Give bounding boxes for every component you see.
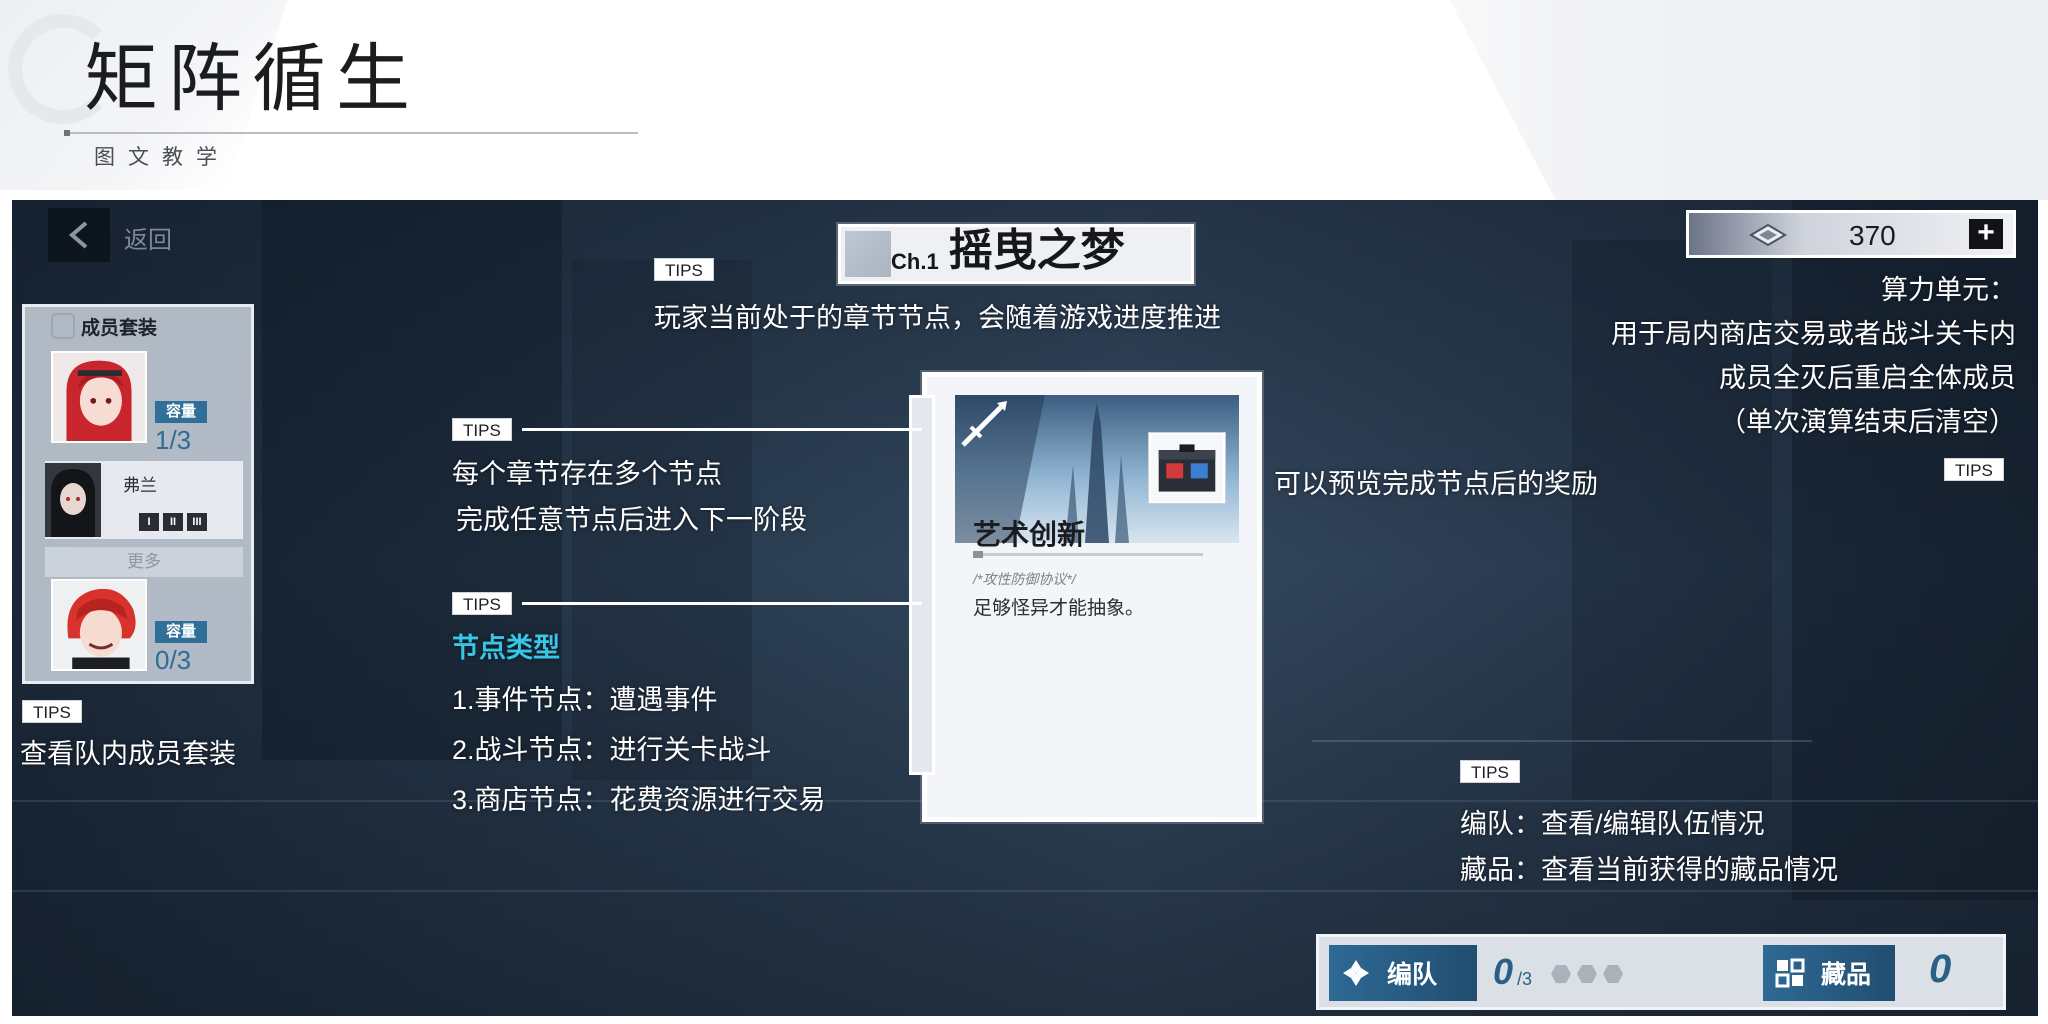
set-mark-box: I bbox=[139, 513, 159, 531]
tip-collection-info: 藏品：查看当前获得的藏品情况 bbox=[1460, 855, 1838, 885]
chapter-banner-accent bbox=[845, 231, 891, 277]
member-set-panel[interactable]: 成员套装 容量 1/3 弗兰 I II III 更多 容量 0/3 bbox=[22, 304, 254, 684]
background-line bbox=[12, 890, 2038, 892]
chevron-left-icon bbox=[68, 221, 88, 249]
tip-node-type-2: 2.战斗节点：进行关卡战斗 bbox=[452, 735, 772, 765]
tip-team-info: 编队：查看/编辑队伍情况 bbox=[1460, 809, 1765, 839]
title-divider-dot bbox=[64, 130, 70, 136]
set-mark-box: II bbox=[163, 513, 183, 531]
reward-chest-icon bbox=[1158, 444, 1216, 492]
tip-compute-line2: 用于局内商店交易或者战斗关卡内 bbox=[1611, 319, 2016, 349]
chapter-banner: Ch.1 摇曳之梦 bbox=[838, 224, 1194, 284]
tip-node-type-3: 3.商店节点：花费资源进行交易 bbox=[452, 785, 826, 815]
member-set-title: 成员套装 bbox=[81, 318, 158, 339]
tips-tag: TIPS bbox=[1460, 760, 1520, 783]
tips-tag: TIPS bbox=[1944, 458, 2004, 481]
node-card-back-sheet bbox=[909, 395, 935, 775]
team-max: /3 bbox=[1517, 969, 1533, 989]
member-name: 弗兰 bbox=[123, 476, 157, 495]
tips-tag: TIPS bbox=[654, 258, 714, 281]
node-card[interactable]: 艺术创新 /*攻性防御协议*/ 足够怪异才能抽象。 bbox=[909, 372, 1262, 822]
collection-button[interactable]: 藏品 bbox=[1763, 945, 1895, 1001]
tips-tag: TIPS bbox=[452, 592, 512, 615]
page-header: 矩阵循生 图文教学 bbox=[0, 0, 2048, 200]
capacity-label: 容量 bbox=[155, 401, 207, 423]
team-button[interactable]: 编队 bbox=[1329, 945, 1477, 1001]
tips-tag: TIPS bbox=[22, 700, 82, 723]
tip-compute-line3: 成员全灭后重启全体成员 bbox=[1719, 363, 2016, 393]
tips-tag: TIPS bbox=[452, 418, 512, 441]
chapter-number: Ch.1 bbox=[891, 249, 939, 274]
tip-chapter: 玩家当前处于的章节节点，会随着游戏进度推进 bbox=[654, 303, 1221, 333]
node-tag: /*攻性防御协议*/ bbox=[973, 571, 1076, 587]
back-label[interactable]: 返回 bbox=[124, 220, 172, 255]
capacity-label: 容量 bbox=[155, 621, 207, 643]
tip-node-types-heading: 节点类型 bbox=[452, 633, 560, 663]
member-set-icon bbox=[51, 313, 75, 339]
member-avatar bbox=[45, 463, 101, 537]
title-divider bbox=[64, 132, 638, 134]
character-portrait bbox=[53, 353, 145, 441]
more-members-button[interactable]: 更多 bbox=[45, 547, 243, 577]
tip-reward-preview: 可以预览完成节点后的奖励 bbox=[1274, 469, 1598, 499]
tip-nodes-line1: 每个章节存在多个节点 bbox=[452, 459, 722, 489]
team-icon bbox=[1343, 960, 1369, 986]
capacity-value: 0/3 bbox=[155, 645, 192, 675]
collection-label: 藏品 bbox=[1821, 961, 1872, 989]
tip-nodes-line2: 完成任意节点后进入下一阶段 bbox=[456, 505, 807, 535]
character-portrait bbox=[53, 581, 145, 669]
chapter-name: 摇曳之梦 bbox=[948, 226, 1125, 275]
member-portrait[interactable] bbox=[51, 351, 147, 443]
dagger-icon bbox=[961, 401, 1007, 447]
node-divider-dot bbox=[973, 551, 983, 558]
member-row[interactable]: 弗兰 I II III bbox=[45, 461, 243, 539]
tip-leader-line bbox=[522, 602, 922, 605]
page-title: 矩阵循生 bbox=[84, 36, 420, 122]
compute-unit-value: 370 bbox=[1849, 220, 1896, 251]
tip-compute-line4: （单次演算结束后清空） bbox=[1719, 407, 2016, 437]
back-button[interactable] bbox=[48, 208, 110, 262]
reward-preview[interactable] bbox=[1149, 433, 1225, 503]
node-title: 艺术创新 bbox=[973, 519, 1086, 550]
tip-leader-line bbox=[522, 428, 922, 431]
compute-unit-counter: 370 + bbox=[1686, 210, 2016, 258]
header-decoration bbox=[1439, 0, 2048, 200]
collection-icon bbox=[1775, 958, 1805, 988]
node-description: 足够怪异才能抽象。 bbox=[973, 598, 1145, 619]
team-count: 0 bbox=[1493, 951, 1514, 992]
game-screen: 返回 Ch.1 摇曳之梦 370 + 成员套装 容量 1/3 弗兰 I II I… bbox=[12, 200, 2038, 1016]
team-slot-indicator bbox=[1551, 965, 1571, 983]
set-mark-box: III bbox=[187, 513, 207, 531]
background-line bbox=[1312, 740, 1812, 742]
chip-icon bbox=[1749, 223, 1787, 247]
tip-node-type-1: 1.事件节点：遭遇事件 bbox=[452, 685, 718, 715]
team-slot-indicator bbox=[1603, 965, 1623, 983]
team-label: 编队 bbox=[1387, 961, 1438, 989]
tip-member-set: 查看队内成员套装 bbox=[20, 739, 236, 769]
bottom-action-bar: 编队 0 /3 藏品 0 bbox=[1316, 934, 2006, 1010]
tip-compute-line1: 算力单元： bbox=[1881, 275, 2016, 305]
node-divider bbox=[973, 553, 1203, 556]
collection-count: 0 bbox=[1929, 947, 1952, 991]
add-compute-button[interactable]: + bbox=[1969, 218, 2003, 249]
team-slot-indicator bbox=[1577, 965, 1597, 983]
capacity-value: 1/3 bbox=[155, 425, 192, 455]
page-subtitle: 图文教学 bbox=[94, 146, 230, 169]
member-portrait[interactable] bbox=[51, 579, 147, 671]
